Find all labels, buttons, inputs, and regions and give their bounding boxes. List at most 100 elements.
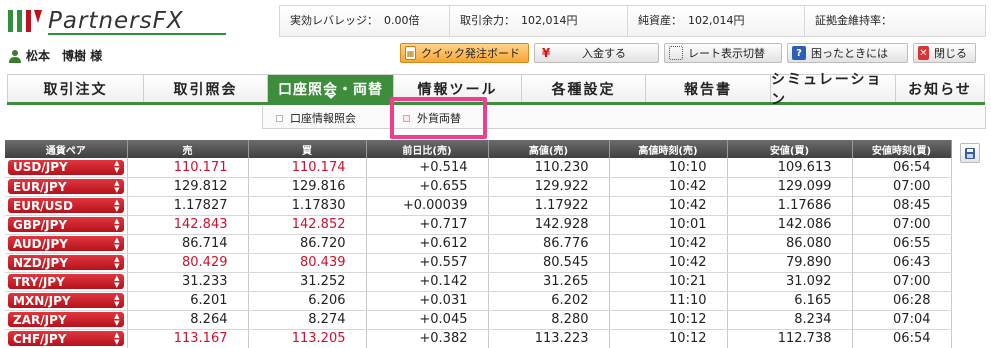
sort-arrows-icon: ▲ ▼ [114, 254, 120, 270]
cell-low-time: 06:54 [852, 329, 952, 348]
header-low: 安値(買) [727, 140, 853, 158]
cell-high: 8.280 [488, 310, 610, 330]
nav-item-trade-order[interactable]: 取引注文 [7, 75, 144, 102]
cell-buy: 6.206 [248, 291, 367, 311]
header-change: 前日比(売) [366, 140, 489, 158]
cell-sell: 142.843 [127, 215, 249, 235]
logo-mark-icon [8, 10, 42, 32]
cell-low: 112.738 [727, 329, 853, 348]
pair-button[interactable]: EUR/JPY ▲ ▼ [8, 179, 124, 194]
cell-low: 8.234 [727, 310, 853, 330]
table-row: NZD/JPY ▲ ▼ 80.429 80.439 +0.557 80.545 10:42 79… [5, 253, 952, 273]
maintenance-label: 証拠金維持率： [815, 14, 892, 27]
quick-order-button[interactable]: ▦ クイック発注ボード [400, 43, 529, 63]
cell-change: +0.045 [366, 310, 489, 330]
help-label: 困ったときには [811, 47, 888, 60]
pair-cell: TRY/JPY ▲ ▼ [5, 272, 128, 292]
table-row: GBP/JPY ▲ ▼ 142.843 142.852 +0.717 142.928 10:0… [5, 215, 952, 235]
cell-buy: 129.816 [248, 177, 367, 197]
nav-item-notices[interactable]: お知らせ [896, 75, 985, 102]
pair-button[interactable]: NZD/JPY ▲ ▼ [8, 255, 124, 270]
cell-low: 142.086 [727, 215, 853, 235]
cell-low: 109.613 [727, 158, 853, 178]
cell-sell: 6.201 [127, 291, 249, 311]
cell-buy: 1.17830 [248, 196, 367, 216]
pair-button[interactable]: CHF/JPY ▲ ▼ [8, 331, 124, 346]
leverage-value: 0.00倍 [384, 14, 420, 27]
cell-low: 31.092 [727, 272, 853, 292]
square-bullet-icon [276, 114, 283, 122]
pair-label: EUR/USD [13, 198, 73, 213]
cell-sell: 86.714 [127, 234, 249, 254]
margin-cell: 取引余力： 102,014円 [450, 6, 628, 36]
pair-button[interactable]: ZAR/JPY ▲ ▼ [8, 312, 124, 327]
cell-buy: 31.252 [248, 272, 367, 292]
pair-cell: CHF/JPY ▲ ▼ [5, 329, 128, 348]
close-icon: ✕ [918, 46, 929, 60]
cell-high: 6.202 [488, 291, 610, 311]
active-arrow-icon [326, 95, 335, 99]
logo-underline [48, 33, 226, 35]
nav-item-simulation[interactable]: シミュレーション [771, 72, 896, 108]
nav-label: 各種設定 [551, 81, 616, 98]
header-sell: 売 [127, 140, 249, 158]
nav-item-trade-inquiry[interactable]: 取引照会 [144, 75, 268, 102]
subnav-account-info[interactable]: 口座情報照会 [276, 110, 356, 126]
question-icon: ? [792, 46, 806, 60]
cell-low: 79.890 [727, 253, 853, 273]
cell-change: +0.717 [366, 215, 489, 235]
cell-sell: 1.17827 [127, 196, 249, 216]
table-row: AUD/JPY ▲ ▼ 86.714 86.720 +0.612 86.776 10:42 86… [5, 234, 952, 254]
pair-button[interactable]: USD/JPY ▲ ▼ [8, 159, 124, 175]
pair-button[interactable]: GBP/JPY ▲ ▼ [8, 217, 124, 232]
deposit-button[interactable]: ¥ 入金する [534, 43, 659, 63]
sort-arrows-icon: ▲ ▼ [114, 178, 120, 194]
cell-low-time: 06:55 [852, 234, 952, 254]
user-greeting: 松本 博樹 様 [8, 47, 102, 64]
table-row: USD/JPY ▲ ▼ 110.171 110.174 +0.514 110.230 10:1… [5, 158, 952, 178]
cell-low: 129.099 [727, 177, 853, 197]
save-button[interactable] [960, 143, 980, 163]
cell-high: 86.776 [488, 234, 610, 254]
equity-cell: 純資産： 102,014円 [628, 6, 805, 36]
cell-low: 6.165 [727, 291, 853, 311]
highlight-box [390, 97, 487, 139]
nav-label: 報告書 [684, 81, 732, 98]
pair-button[interactable]: TRY/JPY ▲ ▼ [8, 274, 124, 289]
nav-item-account-exchange[interactable]: 口座照会・両替 [268, 75, 394, 102]
cell-high-time: 10:10 [609, 158, 728, 178]
cell-high: 110.230 [488, 158, 610, 178]
user-icon [9, 49, 21, 63]
nav-item-settings[interactable]: 各種設定 [522, 75, 646, 102]
header-high: 高値(売) [488, 140, 610, 158]
board-icon: ▦ [405, 46, 416, 60]
brand-name: PartnersFX [48, 8, 184, 34]
brand-logo: PartnersFX [8, 8, 226, 35]
header-high-time: 高値時刻(売) [609, 140, 728, 158]
cell-change: +0.655 [366, 177, 489, 197]
cell-change: +0.557 [366, 253, 489, 273]
pair-cell: EUR/USD ▲ ▼ [5, 196, 128, 216]
pair-button[interactable]: AUD/JPY ▲ ▼ [8, 236, 124, 251]
header-low-time: 安値時刻(買) [852, 140, 952, 158]
rate-toggle-button[interactable]: レート表示切替 [664, 43, 782, 63]
table-row: CHF/JPY ▲ ▼ 113.167 113.205 +0.382 113.223 10:1… [5, 329, 952, 348]
cell-high: 129.922 [488, 177, 610, 197]
pair-button[interactable]: EUR/USD ▲ ▼ [8, 198, 124, 213]
cell-high: 1.17922 [488, 196, 610, 216]
cell-low-time: 06:54 [852, 158, 952, 178]
pair-cell: ZAR/JPY ▲ ▼ [5, 310, 128, 330]
pair-label: GBP/JPY [13, 217, 68, 232]
cell-sell: 80.429 [127, 253, 249, 273]
cell-buy: 80.439 [248, 253, 367, 273]
rate-table: 通貨ペア 売 買 前日比(売) 高値(売) 高値時刻(売) 安値(買) 安値時刻… [5, 140, 952, 348]
cell-low-time: 06:28 [852, 291, 952, 311]
help-button[interactable]: ? 困ったときには [787, 43, 908, 63]
cell-high: 142.928 [488, 215, 610, 235]
cell-high-time: 10:42 [609, 253, 728, 273]
close-button[interactable]: ✕ 閉じる [913, 43, 976, 63]
cell-change: +0.142 [366, 272, 489, 292]
nav-item-reports[interactable]: 報告書 [646, 75, 771, 102]
maintenance-cell: 証拠金維持率： [805, 6, 985, 36]
pair-button[interactable]: MXN/JPY ▲ ▼ [8, 293, 124, 308]
